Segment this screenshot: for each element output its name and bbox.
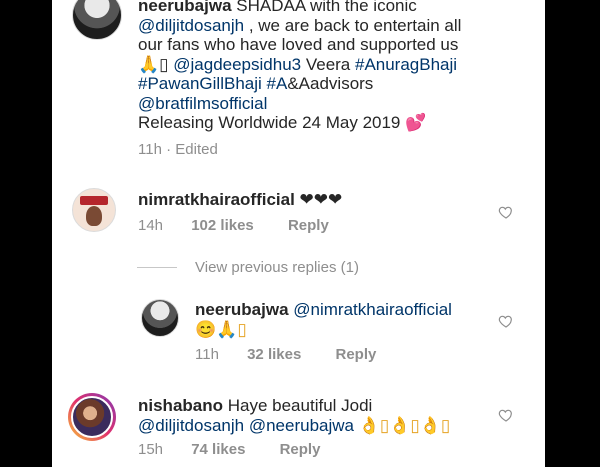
edited-label: Edited xyxy=(175,141,218,158)
replies-divider xyxy=(137,267,177,268)
avatar-badge xyxy=(80,196,108,205)
caption-text: &Aadvisors xyxy=(287,74,374,93)
reply-meta: 11h 32 likes Reply xyxy=(195,346,376,363)
likes-count[interactable]: 74 likes xyxy=(191,441,245,458)
caption-text: Veera xyxy=(301,54,355,74)
folded-hands-emoji: 🙏 xyxy=(138,54,160,74)
comment-body: Haye beautiful Jodi xyxy=(223,396,373,415)
mention-link[interactable]: @diljitdosanjh xyxy=(138,16,244,35)
mention-link[interactable]: @neerubajwa xyxy=(249,416,354,435)
hashtag-link[interactable]: #AnuragBhaji xyxy=(355,55,457,74)
hashtag-link[interactable]: #A xyxy=(267,74,288,93)
view-previous-replies[interactable]: View previous replies (1) xyxy=(195,259,359,276)
mention-link[interactable]: @bratfilmsofficial xyxy=(138,94,267,113)
comments-panel: neerubajwa SHADAA with the iconic @dilji… xyxy=(52,0,545,467)
like-heart-icon[interactable] xyxy=(498,313,514,329)
post-author-username[interactable]: neerubajwa xyxy=(138,0,232,15)
hashtag-link[interactable]: #PawanGillBhaji xyxy=(138,74,262,93)
caption-line1: SHADAA with the iconic xyxy=(236,0,417,15)
caption-line3: our fans who have loved and supported us xyxy=(138,35,459,54)
reply-time[interactable]: 11h xyxy=(195,346,219,363)
reply-button[interactable]: Reply xyxy=(288,217,329,234)
comment-time[interactable]: 14h xyxy=(138,217,163,234)
like-heart-icon[interactable] xyxy=(498,204,514,220)
likes-count[interactable]: 32 likes xyxy=(247,346,301,363)
comment-time[interactable]: 15h xyxy=(138,441,163,458)
mention-link[interactable]: @nimratkhairaofficial xyxy=(293,300,452,319)
reply-author-avatar[interactable] xyxy=(141,299,179,337)
post-author-avatar[interactable] xyxy=(72,0,122,40)
mention-link[interactable]: @diljitdosanjh xyxy=(138,416,244,435)
commenter-avatar[interactable] xyxy=(71,396,113,438)
comment-meta: 15h 74 likes Reply xyxy=(138,441,320,458)
hearts-emoji: 💕 xyxy=(405,113,427,132)
missing-glyph: ▯ xyxy=(159,54,174,74)
reply-text: neerubajwa @nimratkhairaofficial 😊🙏▯ xyxy=(195,300,535,339)
reply-button[interactable]: Reply xyxy=(335,346,376,363)
caption-line2: , we are back to entertain all xyxy=(244,15,462,35)
comment-text: nishabano Haye beautiful Jodi @diljitdos… xyxy=(138,396,498,435)
post-time[interactable]: 11h xyxy=(138,141,162,158)
comment-meta: 14h 102 likes Reply xyxy=(138,217,329,234)
commenter-avatar[interactable] xyxy=(72,188,116,232)
reply-emoji: 😊🙏▯ xyxy=(195,319,247,339)
mention-link[interactable]: @jagdeepsidhu3 xyxy=(173,55,301,74)
ok-hand-emoji: 👌▯👌▯👌▯ xyxy=(353,415,451,435)
post-meta: 11h · Edited xyxy=(138,141,218,158)
likes-count[interactable]: 102 likes xyxy=(191,217,254,234)
like-heart-icon[interactable] xyxy=(498,407,514,423)
hearts-text: ❤❤❤ xyxy=(294,190,343,209)
commenter-username[interactable]: nishabano xyxy=(138,396,223,415)
commenter-username[interactable]: nimratkhairaofficial xyxy=(138,190,295,209)
post-caption: neerubajwa SHADAA with the iconic @dilji… xyxy=(138,0,538,133)
comment-text: nimratkhairaofficial ❤❤❤ xyxy=(138,190,498,210)
release-text: Releasing Worldwide 24 May 2019 xyxy=(138,113,406,132)
reply-button[interactable]: Reply xyxy=(280,441,321,458)
reply-username[interactable]: neerubajwa xyxy=(195,300,289,319)
